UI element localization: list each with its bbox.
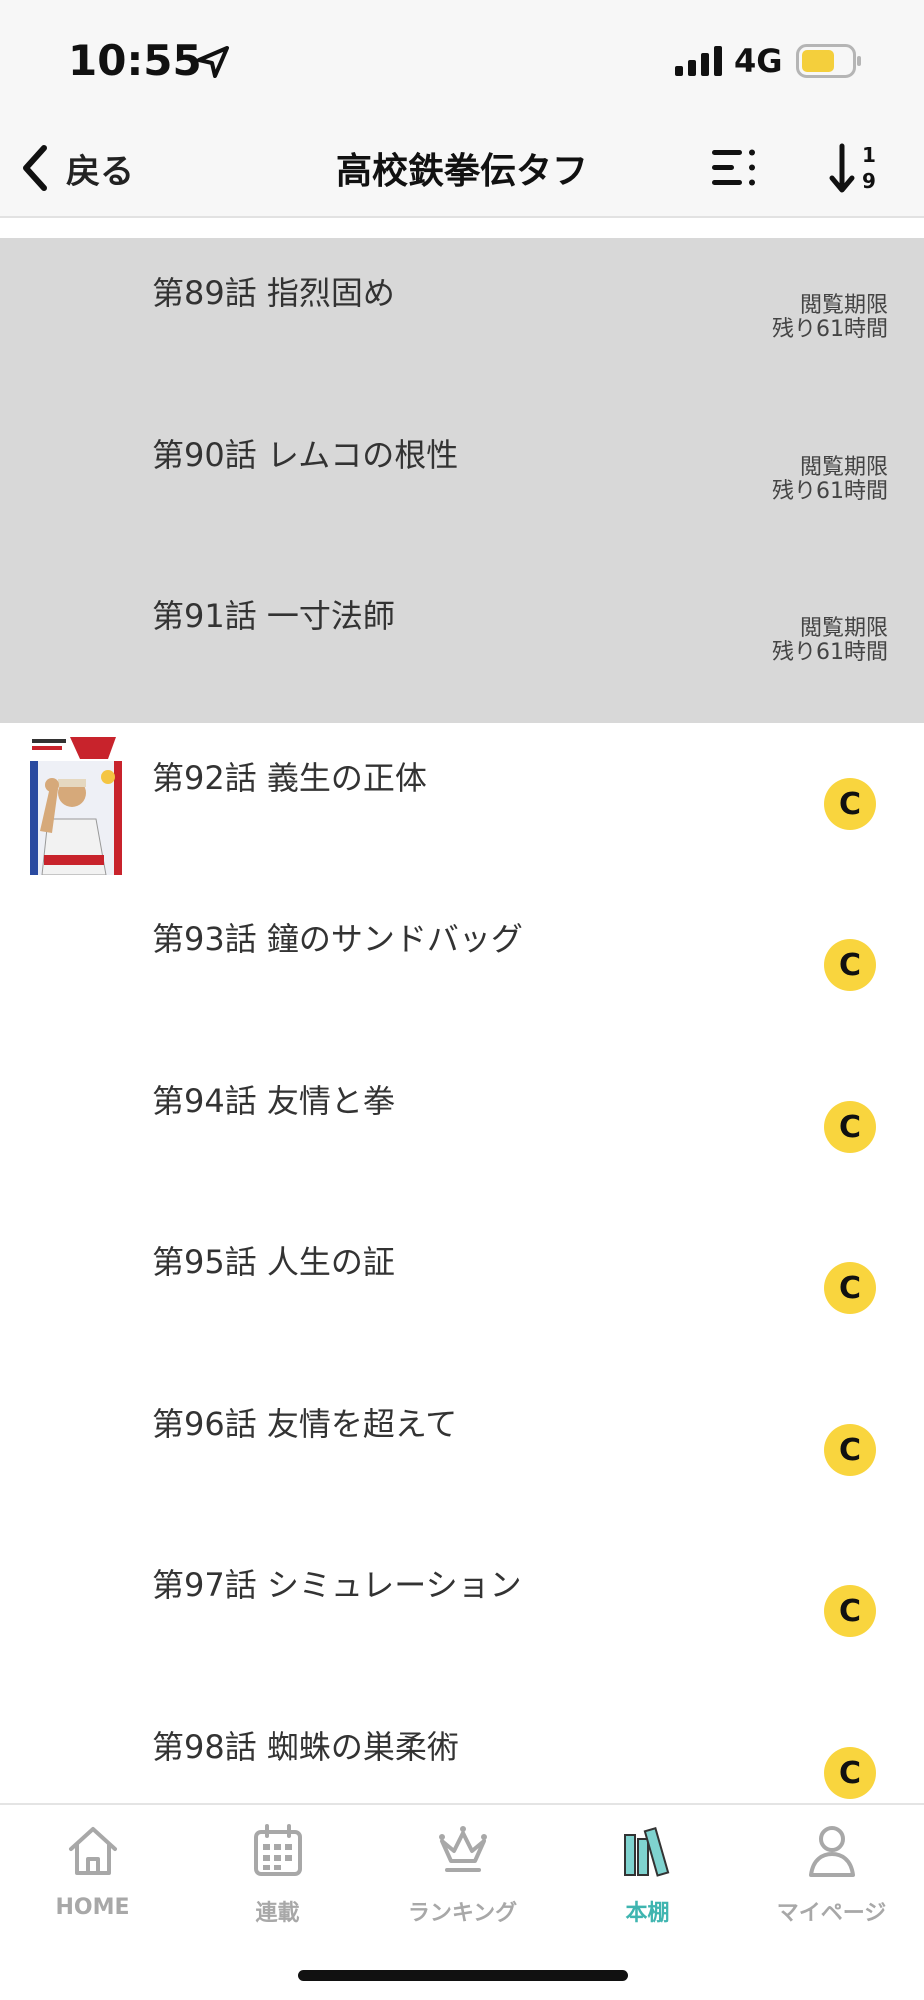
view-deadline: 閲覧期限 残り61時間 xyxy=(772,616,888,666)
sort-order-icon[interactable]: 1 9 xyxy=(828,140,884,196)
episode-row[interactable]: 第95話 人生の証 C xyxy=(0,1207,924,1369)
episode-row[interactable]: 第97話 シミュレーション C xyxy=(0,1530,924,1692)
crown-icon xyxy=(438,1826,487,1872)
coin-icon: C xyxy=(824,1423,876,1476)
episode-title: 第89話 指烈固め xyxy=(152,274,395,312)
episode-title: 第92話 義生の正体 xyxy=(152,758,427,797)
view-deadline-remaining: 残り61時間 xyxy=(772,317,888,343)
back-button[interactable]: 戻る xyxy=(18,140,158,196)
view-deadline-label: 閲覧期限 xyxy=(799,616,888,641)
tab-mypage-label: マイページ xyxy=(776,1901,887,1926)
tab-home[interactable]: HOME xyxy=(0,1823,185,1933)
status-bar: 10:55 4G xyxy=(0,0,924,118)
back-label: 戻る xyxy=(66,151,134,192)
episode-title: 第98話 蜘蛛の巣柔術 xyxy=(152,1727,459,1766)
episode-row[interactable]: 第89話 指烈固め閲覧期限 残り61時間 xyxy=(0,238,924,400)
coin-icon: C xyxy=(824,939,876,991)
episode-row[interactable]: 第93話 鐘のサンドバッグ C xyxy=(0,884,924,1046)
page: 10:55 4G 戻る 高校鉄拳伝タフ 1 9 第89話 指烈固め 閲覧期限 残… xyxy=(0,0,924,2000)
calendar-icon xyxy=(253,1824,302,1876)
episode-title: 第94話 友情と拳 xyxy=(152,1081,395,1120)
status-time: 10:55 xyxy=(68,36,202,85)
episode-row[interactable]: 第96話 友情を超えて C xyxy=(0,1369,924,1531)
tab-mypage[interactable]: マイページ xyxy=(739,1823,924,1933)
coin-label: C xyxy=(839,948,861,983)
location-arrow-icon xyxy=(197,46,229,78)
view-deadline-label: 閲覧期限 xyxy=(799,293,888,318)
bookshelf-icon xyxy=(623,1827,669,1877)
cover-thumbnail xyxy=(30,734,122,875)
coin-label: C xyxy=(839,1756,861,1791)
svg-text:1: 1 xyxy=(862,143,876,167)
nav-bar: 戻る 高校鉄拳伝タフ 1 9 xyxy=(0,118,924,218)
view-deadline-remaining: 残り61時間 xyxy=(772,640,888,666)
view-deadline: 閲覧期限 残り61時間 xyxy=(772,454,888,504)
coin-label: C xyxy=(839,1271,861,1306)
coin-icon: C xyxy=(824,1746,876,1799)
episode-title: 第93話 鐘のサンドバッグ xyxy=(152,920,523,958)
tab-bookshelf-label: 本棚 xyxy=(625,1901,670,1926)
coin-icon: C xyxy=(824,777,876,830)
view-deadline: 閲覧期限 残り61時間 xyxy=(772,293,888,343)
coin-icon: C xyxy=(824,1585,876,1637)
tab-bookshelf[interactable]: 本棚 xyxy=(555,1823,740,1933)
episode-row[interactable]: 第91話 一寸法師閲覧期限 残り61時間 xyxy=(0,561,924,723)
episode-title: 第90話 レムコの根性 xyxy=(152,435,459,474)
episode-row[interactable]: 第92話 義生の正体 C xyxy=(0,723,924,885)
home-indicator xyxy=(298,1970,628,1981)
episode-title: 第91話 一寸法師 xyxy=(152,597,395,635)
coin-label: C xyxy=(839,787,861,822)
tab-ranking[interactable]: ランキング xyxy=(370,1823,555,1933)
coin-label: C xyxy=(839,1594,861,1629)
tab-serial[interactable]: 連載 xyxy=(185,1823,370,1933)
episode-list: 第89話 指烈固め 閲覧期限 残り61時間 第90話 レムコの根性 閲覧期限 残り61時間… xyxy=(0,238,924,1803)
tab-serial-label: 連載 xyxy=(255,1901,300,1926)
battery-icon xyxy=(796,44,861,78)
coin-label: C xyxy=(839,1433,861,1468)
svg-text:9: 9 xyxy=(862,169,876,193)
view-deadline-remaining: 残り61時間 xyxy=(772,478,888,504)
episode-row[interactable]: 第90話 レムコの根性 閲覧期限 残り61時間 xyxy=(0,399,924,561)
episode-title: 第95話 人生の証 xyxy=(152,1243,395,1281)
list-icon[interactable] xyxy=(708,146,762,190)
episode-title: 第96話 友情を超えて xyxy=(152,1404,458,1443)
coin-icon: C xyxy=(824,1262,876,1314)
episode-row[interactable]: 第98話 蜘蛛の巣柔術 C xyxy=(0,1692,924,1804)
network-type: 4G xyxy=(734,42,783,80)
page-title: 高校鉄拳伝タフ xyxy=(335,151,588,192)
view-deadline-label: 閲覧期限 xyxy=(799,454,888,480)
person-icon xyxy=(808,1826,855,1877)
tab-home-label: HOME xyxy=(55,1895,130,1920)
home-icon xyxy=(68,1827,117,1875)
episode-title: 第97話 シミュレーション xyxy=(152,1566,522,1604)
tab-ranking-label: ランキング xyxy=(407,1901,518,1926)
episode-row[interactable]: 第94話 友情と拳 C xyxy=(0,1046,924,1208)
coin-label: C xyxy=(839,1110,861,1145)
coin-icon: C xyxy=(824,1100,876,1153)
signal-icon xyxy=(675,46,722,76)
chevron-left-icon xyxy=(23,145,47,191)
